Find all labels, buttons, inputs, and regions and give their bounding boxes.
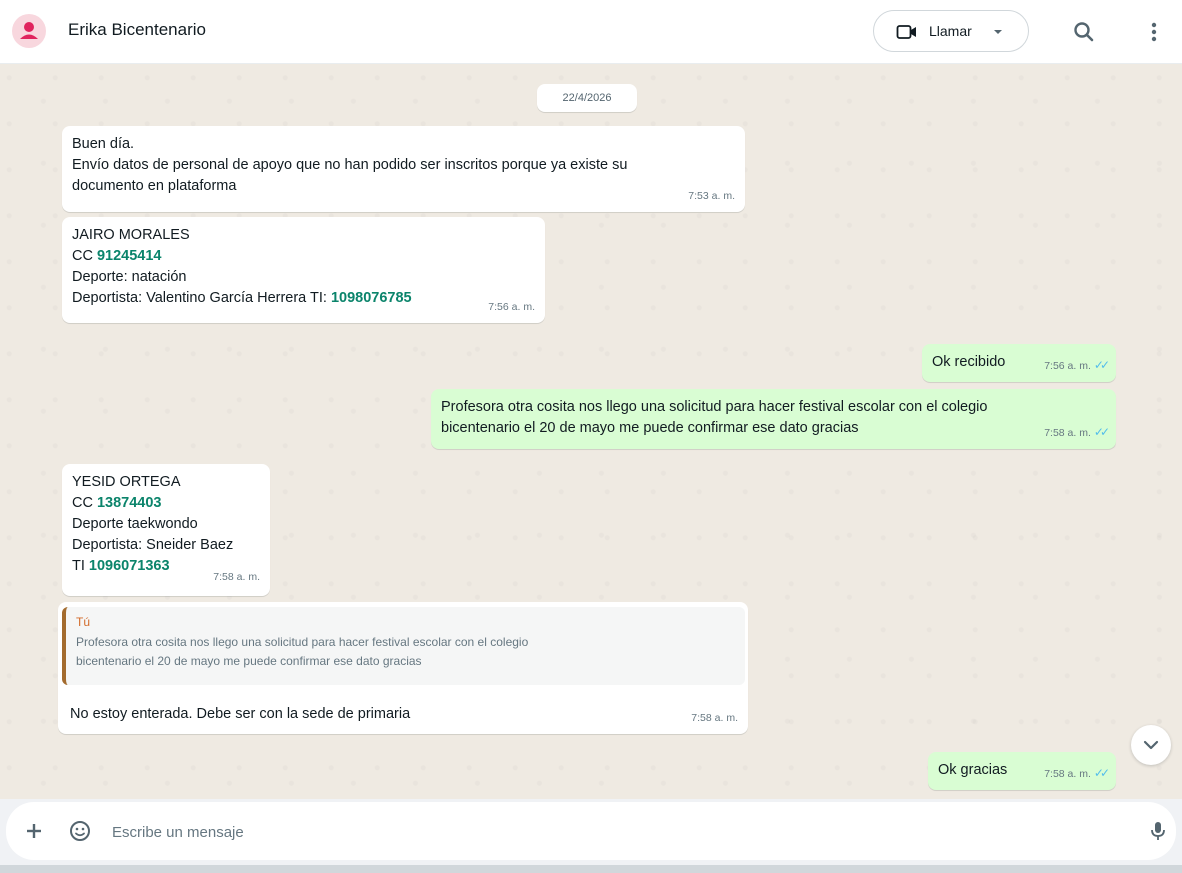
video-camera-icon: [896, 25, 916, 39]
message-text: No estoy enterada. Debe ser con la sede …: [70, 706, 411, 722]
phone-link[interactable]: 1096071363: [89, 558, 170, 574]
message-time: 7:58 a. m.: [213, 571, 260, 583]
call-button[interactable]: Llamar: [873, 10, 1029, 52]
quoted-message[interactable]: Tú Profesora otra cosita nos llego una s…: [62, 607, 745, 685]
message-time: 7:58 a. m.: [691, 712, 738, 724]
microphone-icon: [1151, 822, 1165, 840]
quote-author: Tú: [76, 615, 91, 629]
message-outgoing[interactable]: Ok recibido 7:56 a. m. ✓✓: [922, 344, 1116, 382]
window-bottom-edge: [0, 865, 1182, 873]
more-vertical-icon: [1151, 22, 1157, 42]
message-time: 7:58 a. m. ✓✓: [1044, 766, 1110, 780]
plus-icon: [27, 824, 41, 838]
voice-message-button[interactable]: [1146, 819, 1170, 843]
message-time: 7:56 a. m.: [488, 301, 535, 313]
message-incoming[interactable]: JAIRO MORALES CC 91245414 Deporte: natac…: [62, 217, 545, 323]
athlete-line: Deportista: Valentino García Herrera TI:…: [72, 290, 412, 306]
chevron-down-icon: [1143, 740, 1159, 750]
person-name: JAIRO MORALES: [72, 227, 190, 243]
read-ticks-icon: ✓✓: [1093, 425, 1110, 439]
message-text: Profesora otra cosita nos llego una soli…: [441, 399, 988, 415]
message-incoming[interactable]: YESID ORTEGA CC 13874403 Deporte taekwon…: [62, 464, 270, 596]
search-button[interactable]: [1068, 16, 1100, 48]
chat-header: Erika Bicentenario Llamar: [0, 0, 1182, 64]
sport-line: Deporte: natación: [72, 269, 187, 285]
message-list[interactable]: 22/4/2026 Buen día. Envío datos de perso…: [0, 64, 1182, 799]
id-line: CC 13874403: [72, 495, 162, 511]
call-label: Llamar: [929, 23, 972, 39]
sport-line: Deporte taekwondo: [72, 516, 198, 532]
message-composer: [0, 799, 1182, 865]
read-ticks-icon: ✓✓: [1093, 358, 1110, 372]
message-time: 7:58 a. m. ✓✓: [1044, 425, 1110, 439]
contact-name[interactable]: Erika Bicentenario: [68, 20, 206, 40]
id-line: CC 91245414: [72, 248, 162, 264]
read-ticks-icon: ✓✓: [1093, 766, 1110, 780]
message-time: 7:56 a. m. ✓✓: [1044, 358, 1110, 372]
sticker-icon: [70, 821, 90, 841]
person-name: YESID ORTEGA: [72, 474, 181, 490]
menu-button[interactable]: [1138, 16, 1170, 48]
composer-box: [6, 802, 1176, 860]
phone-link[interactable]: 1098076785: [331, 290, 412, 306]
message-time: 7:53 a. m.: [688, 190, 735, 202]
quote-text: Profesora otra cosita nos llego una soli…: [76, 635, 529, 649]
attach-button[interactable]: [22, 819, 46, 843]
message-text: bicentenario el 20 de mayo me puede conf…: [441, 420, 859, 436]
message-incoming[interactable]: Buen día. Envío datos de personal de apo…: [62, 126, 745, 212]
message-outgoing[interactable]: Ok gracias 7:58 a. m. ✓✓: [928, 752, 1116, 790]
chevron-down-icon: [994, 30, 1002, 34]
athlete-line: Deportista: Sneider Baez: [72, 537, 234, 553]
emoji-button[interactable]: [68, 819, 92, 843]
message-text: Buen día.: [72, 136, 135, 152]
contact-avatar[interactable]: [12, 14, 46, 48]
phone-link[interactable]: 91245414: [97, 248, 162, 264]
message-outgoing[interactable]: Profesora otra cosita nos llego una soli…: [431, 389, 1116, 449]
phone-link[interactable]: 13874403: [97, 495, 162, 511]
date-separator: 22/4/2026: [537, 84, 637, 112]
scroll-to-bottom-button[interactable]: [1131, 725, 1171, 765]
message-text: Envío datos de personal de apoyo que no …: [72, 157, 628, 173]
message-input[interactable]: [110, 816, 1094, 848]
message-text: documento en plataforma: [72, 178, 237, 194]
person-icon: [20, 22, 38, 39]
quote-text: bicentenario el 20 de mayo me puede conf…: [76, 654, 422, 668]
search-icon: [1074, 22, 1094, 42]
